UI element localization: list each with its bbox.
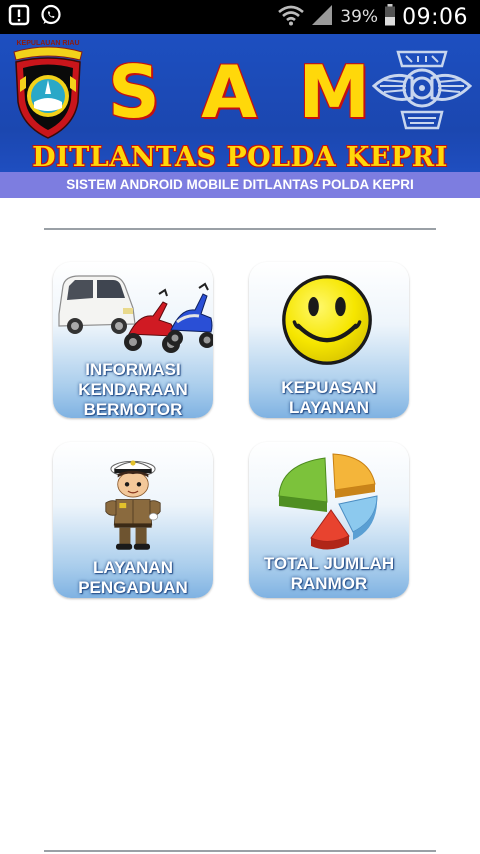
left-logo-text: KEPULAUAN RIAU: [16, 40, 80, 47]
smiley-icon: [282, 275, 372, 365]
label-line: RANMOR: [290, 574, 368, 593]
ditlantas-emblem: [372, 50, 472, 130]
label-line: LAYANAN: [289, 398, 369, 417]
clock: 09:06: [402, 4, 468, 30]
title-letter-a: A: [201, 50, 257, 134]
wifi-icon: [278, 4, 305, 31]
status-bar: 39% 09:06: [0, 0, 480, 34]
label-line: LAYANAN: [93, 558, 173, 577]
tile-kepuasan-layanan-label: KEPUASAN LAYANAN: [249, 378, 409, 418]
car-motorbike-icon: [58, 275, 213, 353]
app-subtitle: SISTEM ANDROID MOBILE DITLANTAS POLDA KE…: [0, 172, 480, 198]
notification-alert-icon: [8, 4, 30, 31]
top-divider: [44, 228, 436, 230]
whatsapp-icon: [40, 4, 62, 31]
police-officer-icon: [105, 460, 161, 550]
banner-title: S A M: [108, 52, 370, 132]
battery-percent: 39%: [340, 7, 379, 27]
banner-subtitle: DITLANTAS POLDA KEPRI: [32, 142, 448, 172]
label-line: KEPUASAN: [281, 378, 377, 397]
label-line: BERMOTOR: [83, 400, 183, 418]
app-banner: KEPULAUAN RIAU S A M DITLANTAS POLDA KEP…: [0, 34, 480, 172]
battery-icon: [384, 3, 396, 31]
label-line: INFORMASI: [85, 360, 181, 379]
tile-informasi-kendaraan-label: INFORMASI KENDARAAN BERMOTOR: [53, 360, 213, 418]
label-line: TOTAL JUMLAH: [263, 554, 395, 573]
pie-chart-icon: [278, 453, 378, 550]
tile-total-jumlah-ranmor-label: TOTAL JUMLAH RANMOR: [249, 554, 409, 594]
tile-layanan-pengaduan[interactable]: LAYANAN PENGADUAN: [53, 442, 213, 598]
tile-informasi-kendaraan[interactable]: INFORMASI KENDARAAN BERMOTOR: [53, 262, 213, 418]
label-line: KENDARAAN: [78, 380, 188, 399]
tile-kepuasan-layanan[interactable]: KEPUASAN LAYANAN: [249, 262, 409, 418]
tile-total-jumlah-ranmor[interactable]: TOTAL JUMLAH RANMOR: [249, 442, 409, 598]
tile-layanan-pengaduan-label: LAYANAN PENGADUAN: [53, 558, 213, 598]
bottom-divider: [44, 850, 436, 852]
signal-icon: [310, 4, 334, 31]
label-line: PENGADUAN: [78, 578, 188, 597]
polda-kepri-logo: [13, 46, 83, 139]
title-letter-m: M: [298, 50, 370, 134]
title-letter-s: S: [108, 50, 160, 134]
